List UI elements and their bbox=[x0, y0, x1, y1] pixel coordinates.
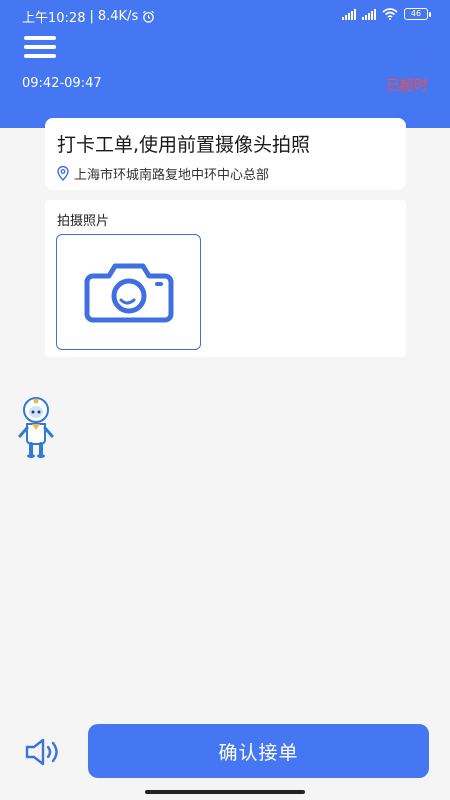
camera-icon bbox=[84, 263, 173, 323]
location-pin-icon bbox=[57, 166, 69, 181]
speaker-icon[interactable] bbox=[24, 736, 64, 768]
home-indicator bbox=[145, 790, 305, 794]
status-net-speed: 8.4K/s bbox=[97, 9, 139, 24]
photo-label: 拍摄照片 bbox=[57, 214, 110, 229]
alarm-icon bbox=[143, 10, 155, 23]
signal-icon bbox=[342, 8, 356, 20]
signal-icon bbox=[362, 8, 376, 20]
wifi-icon bbox=[382, 8, 398, 20]
battery-icon: 46 bbox=[404, 8, 431, 20]
photo-card: 拍摄照片 bbox=[45, 200, 406, 357]
confirm-accept-button[interactable]: 确认接单 bbox=[88, 724, 429, 778]
status-right: 46 bbox=[342, 8, 431, 20]
status-bar: 上午10:28 | 8.4K/s 46 bbox=[0, 0, 450, 30]
status-left: 上午10:28 | 8.4K/s bbox=[22, 7, 155, 26]
robot-mascot-icon[interactable] bbox=[16, 396, 56, 460]
location-row: 上海市环城南路复地中环中心总部 bbox=[57, 164, 269, 183]
task-info-card: 打卡工单,使用前置摄像头拍照 上海市环城南路复地中环中心总部 bbox=[45, 118, 406, 190]
menu-icon[interactable] bbox=[24, 36, 56, 62]
time-range: 09:42-09:47 bbox=[22, 76, 102, 91]
location-text: 上海市环城南路复地中环中心总部 bbox=[74, 168, 270, 183]
take-photo-button[interactable] bbox=[56, 234, 201, 350]
status-divider: | bbox=[89, 9, 94, 24]
task-title: 打卡工单,使用前置摄像头拍照 bbox=[57, 134, 311, 156]
overtime-status: 已超时 bbox=[386, 78, 428, 94]
status-time: 上午10:28 bbox=[22, 11, 86, 26]
